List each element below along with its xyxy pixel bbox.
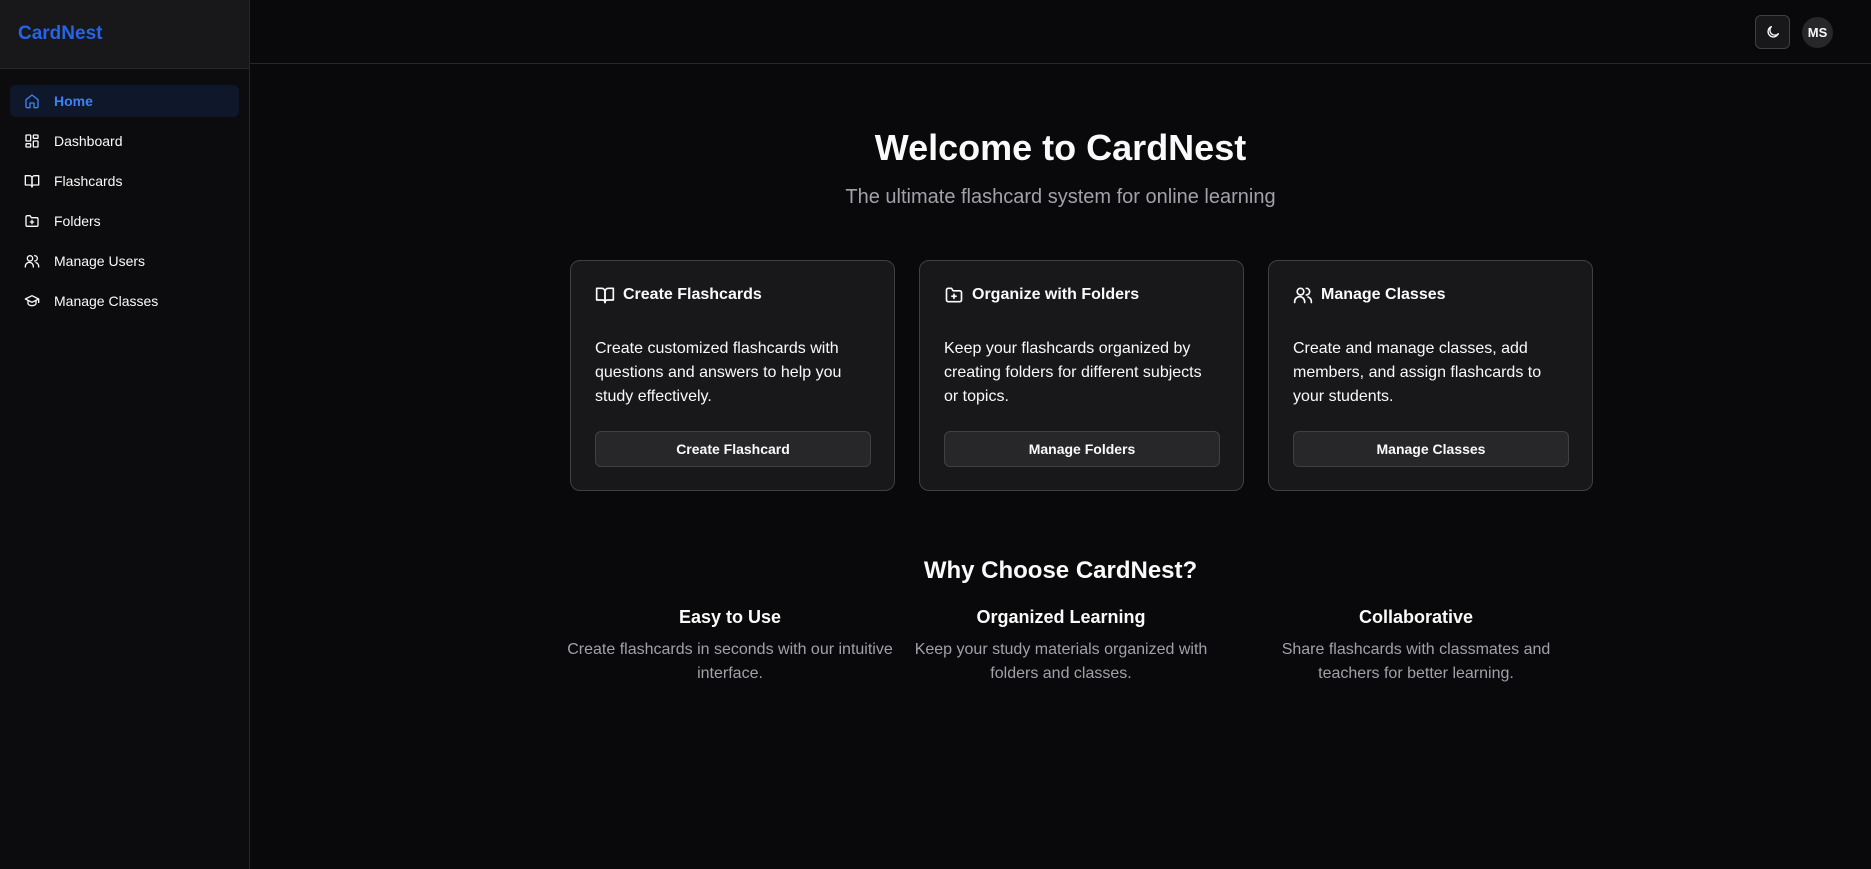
sidebar-item-label: Home [54, 93, 93, 109]
create-flashcard-button[interactable]: Create Flashcard [595, 431, 871, 467]
section-title: Why Choose CardNest? [923, 557, 1198, 584]
theme-toggle-button[interactable] [1755, 15, 1790, 49]
sidebar-nav: Home Dashboard Flashcards Folders Manage… [0, 69, 249, 341]
folder-plus-icon [944, 285, 964, 305]
home-icon [24, 93, 40, 109]
folder-plus-icon [24, 213, 40, 229]
sidebar-item-label: Manage Classes [54, 293, 159, 309]
moon-icon [1765, 24, 1781, 40]
users-icon [1293, 285, 1313, 305]
sidebar-item-manage-users[interactable]: Manage Users [10, 245, 239, 277]
graduation-cap-icon [24, 293, 40, 309]
feature-organized-learning: Organized Learning Keep your study mater… [896, 607, 1226, 686]
avatar[interactable]: MS [1802, 17, 1833, 48]
card-organize-folders: Organize with Folders Keep your flashcar… [919, 260, 1244, 491]
card-title: Organize with Folders [972, 286, 1140, 303]
sidebar-item-dashboard[interactable]: Dashboard [10, 125, 239, 157]
book-icon [595, 285, 615, 305]
feature-title: Collaborative [1358, 607, 1474, 627]
feature-title: Organized Learning [976, 607, 1146, 627]
top-bar: MS [250, 0, 1871, 64]
card-header: Organize with Folders [944, 285, 1139, 305]
feature-easy-to-use: Easy to Use Create flashcards in seconds… [565, 607, 895, 686]
feature-description: Keep your study materials organized with… [914, 641, 1208, 682]
feature-cards: Create Flashcards Create customized flas… [570, 260, 1593, 491]
card-header: Manage Classes [1293, 285, 1446, 305]
sidebar-item-home[interactable]: Home [10, 85, 239, 117]
manage-classes-button[interactable]: Manage Classes [1293, 431, 1569, 467]
card-create-flashcards: Create Flashcards Create customized flas… [570, 260, 895, 491]
manage-folders-button[interactable]: Manage Folders [944, 431, 1220, 467]
main-content: Welcome to CardNest The ultimate flashca… [250, 65, 1871, 869]
card-description: Create and manage classes, add members, … [1293, 340, 1542, 405]
card-description: Keep your flashcards organized by creati… [944, 340, 1202, 405]
page-subtitle: The ultimate flashcard system for online… [845, 186, 1276, 208]
sidebar-item-folders[interactable]: Folders [10, 205, 239, 237]
card-description: Create customized flashcards with questi… [595, 340, 842, 405]
feature-title: Easy to Use [678, 607, 782, 627]
dashboard-icon [24, 133, 40, 149]
feature-collaborative: Collaborative Share flashcards with clas… [1251, 607, 1581, 686]
card-manage-classes: Manage Classes Create and manage classes… [1268, 260, 1593, 491]
sidebar-item-label: Folders [54, 213, 101, 229]
sidebar-item-label: Flashcards [54, 173, 123, 189]
sidebar-item-manage-classes[interactable]: Manage Classes [10, 285, 239, 317]
sidebar-item-flashcards[interactable]: Flashcards [10, 165, 239, 197]
users-icon [24, 253, 40, 269]
sidebar-item-label: Dashboard [54, 133, 123, 149]
sidebar: CardNest Home Dashboard Flashcards Folde… [0, 0, 250, 869]
page-title: Welcome to CardNest [874, 127, 1247, 168]
book-icon [24, 173, 40, 189]
card-title: Create Flashcards [623, 286, 762, 303]
feature-description: Share flashcards with classmates and tea… [1281, 641, 1551, 682]
feature-description: Create flashcards in seconds with our in… [567, 641, 893, 682]
card-title: Manage Classes [1321, 286, 1446, 303]
card-header: Create Flashcards [595, 285, 762, 305]
brand-logo[interactable]: CardNest [0, 0, 249, 69]
sidebar-item-label: Manage Users [54, 253, 146, 269]
